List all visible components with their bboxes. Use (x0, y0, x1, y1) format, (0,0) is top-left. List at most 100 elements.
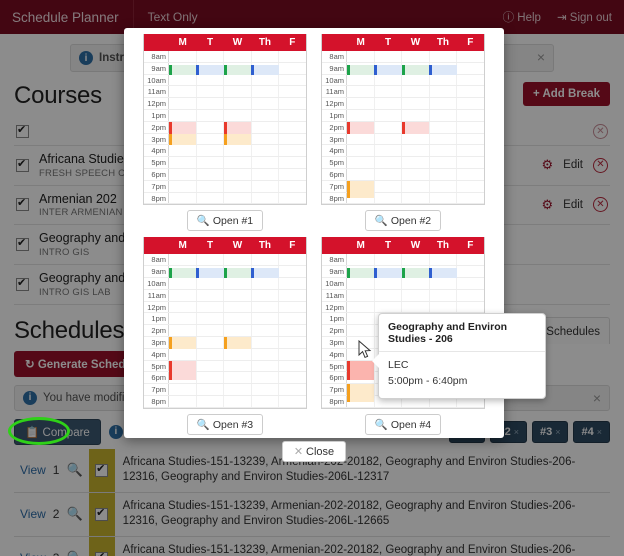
day-header: T (207, 37, 214, 48)
time-label: 4pm (144, 348, 169, 360)
day-header: F (467, 37, 474, 48)
calendar-event[interactable] (223, 268, 252, 278)
calendar-event-layer (347, 51, 484, 204)
day-header: W (410, 37, 421, 48)
calendar-event[interactable] (347, 268, 375, 278)
time-label: 8pm (322, 395, 347, 407)
calendar-body: 8am 9am 10am 11am 12pm 1pm 2pm 3pm 4pm 5pm 6pm 7pm 8… (322, 51, 484, 205)
calendar-event[interactable] (347, 121, 375, 134)
calendar-event[interactable] (169, 133, 197, 146)
time-label: 8pm (144, 192, 169, 204)
time-label: 7pm (144, 180, 169, 192)
time-label: 11am (322, 289, 347, 301)
calendar-event[interactable] (401, 121, 430, 134)
time-label: 9am (144, 62, 169, 74)
time-label: 4pm (322, 145, 347, 157)
time-label: 8am (144, 51, 169, 62)
calendar-event[interactable] (401, 268, 430, 278)
calendar-card: M T W Th F 8am 9am 10am 11am 12pm 1pm 2pm 3pm 4pm 5pm 6… (143, 34, 307, 232)
time-label: 3pm (144, 336, 169, 348)
time-label: 9am (322, 266, 347, 277)
time-label: 8am (322, 254, 347, 266)
time-label: 7pm (322, 180, 347, 192)
day-header: W (410, 240, 421, 252)
calendar: M T W Th F 8am 9am 10am 11am 12pm 1pm 2pm 3pm 4pm 5pm 6… (143, 34, 307, 206)
time-label: 1pm (144, 313, 169, 325)
time-label: 8am (144, 254, 169, 266)
calendar-event[interactable] (429, 268, 457, 278)
time-label: 5pm (144, 157, 169, 168)
calendar-event[interactable] (374, 64, 402, 75)
time-label: 6pm (322, 168, 347, 180)
time-label: 8am (322, 51, 347, 62)
magnifier-icon: 🔍 (196, 418, 210, 431)
calendar-event-layer (169, 254, 306, 407)
calendar-event[interactable] (169, 64, 197, 75)
calendar: M T W Th F 8am 9am 10am 11am 12pm 1pm 2pm 3pm 4pm 5pm 6… (143, 237, 307, 409)
day-header: T (207, 240, 214, 252)
time-label: 12pm (322, 301, 347, 313)
calendar-event[interactable] (169, 360, 197, 381)
calendar-event[interactable] (223, 133, 252, 146)
calendar-body: 8am 9am 10am 11am 12pm 1pm 2pm 3pm 4pm 5pm 6pm 7pm 8… (144, 51, 306, 205)
calendar-event[interactable] (347, 64, 375, 75)
calendar-event[interactable] (223, 336, 252, 349)
time-label: 5pm (322, 360, 347, 372)
calendar-header: M T W Th F (144, 34, 306, 51)
time-label: 6pm (322, 372, 347, 384)
event-tooltip: Geography and Environ Studies - 206 LEC … (372, 313, 546, 399)
time-label: 2pm (322, 325, 347, 336)
time-label: 7pm (144, 384, 169, 395)
calendar-event[interactable] (223, 121, 252, 134)
calendar-event[interactable] (347, 384, 375, 402)
day-header: W (232, 240, 243, 252)
time-label: 5pm (144, 360, 169, 372)
day-header: Th (436, 240, 450, 252)
day-header: M (356, 37, 365, 48)
time-label: 1pm (144, 109, 169, 121)
calendar-header: M T W Th F (322, 34, 484, 51)
calendar-event[interactable] (169, 336, 197, 349)
time-label: 11am (322, 86, 347, 98)
time-label: 3pm (144, 133, 169, 145)
time-label: 3pm (322, 133, 347, 145)
calendar: M T W Th F 8am 9am 10am 11am 12pm 1pm 2pm 3pm 4pm 5pm 6… (321, 34, 485, 206)
open-schedule-button[interactable]: 🔍 Open #3 (186, 413, 264, 435)
calendar-event[interactable] (347, 180, 375, 199)
calendar-event[interactable] (196, 268, 224, 278)
close-button[interactable]: ✕ Close (281, 440, 347, 462)
magnifier-icon: 🔍 (374, 215, 388, 228)
calendar-event[interactable] (374, 268, 402, 278)
highlight-annotation (8, 417, 70, 445)
magnifier-icon: 🔍 (196, 215, 210, 228)
mouse-cursor-icon (358, 340, 372, 359)
calendar-event[interactable] (251, 268, 279, 278)
open-schedule-button[interactable]: 🔍 Open #2 (364, 210, 442, 232)
day-header: F (467, 240, 474, 252)
time-label: 6pm (144, 168, 169, 180)
calendar-event[interactable] (169, 268, 197, 278)
calendar-event[interactable] (429, 64, 457, 75)
time-label: 11am (144, 86, 169, 98)
day-header: M (356, 240, 365, 252)
tooltip-title: Geography and Environ Studies - 206 (379, 314, 545, 352)
day-header: Th (258, 240, 272, 252)
calendar-event[interactable] (251, 64, 279, 75)
time-label: 10am (144, 74, 169, 86)
time-label: 2pm (322, 121, 347, 133)
open-schedule-button[interactable]: 🔍 Open #4 (364, 413, 442, 435)
calendar-event[interactable] (169, 121, 197, 134)
time-label: 7pm (322, 384, 347, 395)
calendar-event[interactable] (196, 64, 224, 75)
calendar-body: 8am 9am 10am 11am 12pm 1pm 2pm 3pm 4pm 5pm 6pm 7pm 8… (144, 254, 306, 408)
calendar-event[interactable] (223, 64, 252, 75)
time-label: 12pm (144, 301, 169, 313)
open-schedule-button[interactable]: 🔍 Open #1 (186, 210, 264, 232)
calendar-event[interactable] (347, 360, 375, 381)
calendar-card: M T W Th F 8am 9am 10am 11am 12pm 1pm 2pm 3pm 4pm 5pm 6… (321, 34, 485, 232)
time-label: 10am (322, 277, 347, 289)
calendar-header: M T W Th F (144, 237, 306, 255)
calendar-header: M T W Th F (322, 237, 484, 255)
calendar-event[interactable] (401, 64, 430, 75)
time-label: 1pm (322, 109, 347, 121)
